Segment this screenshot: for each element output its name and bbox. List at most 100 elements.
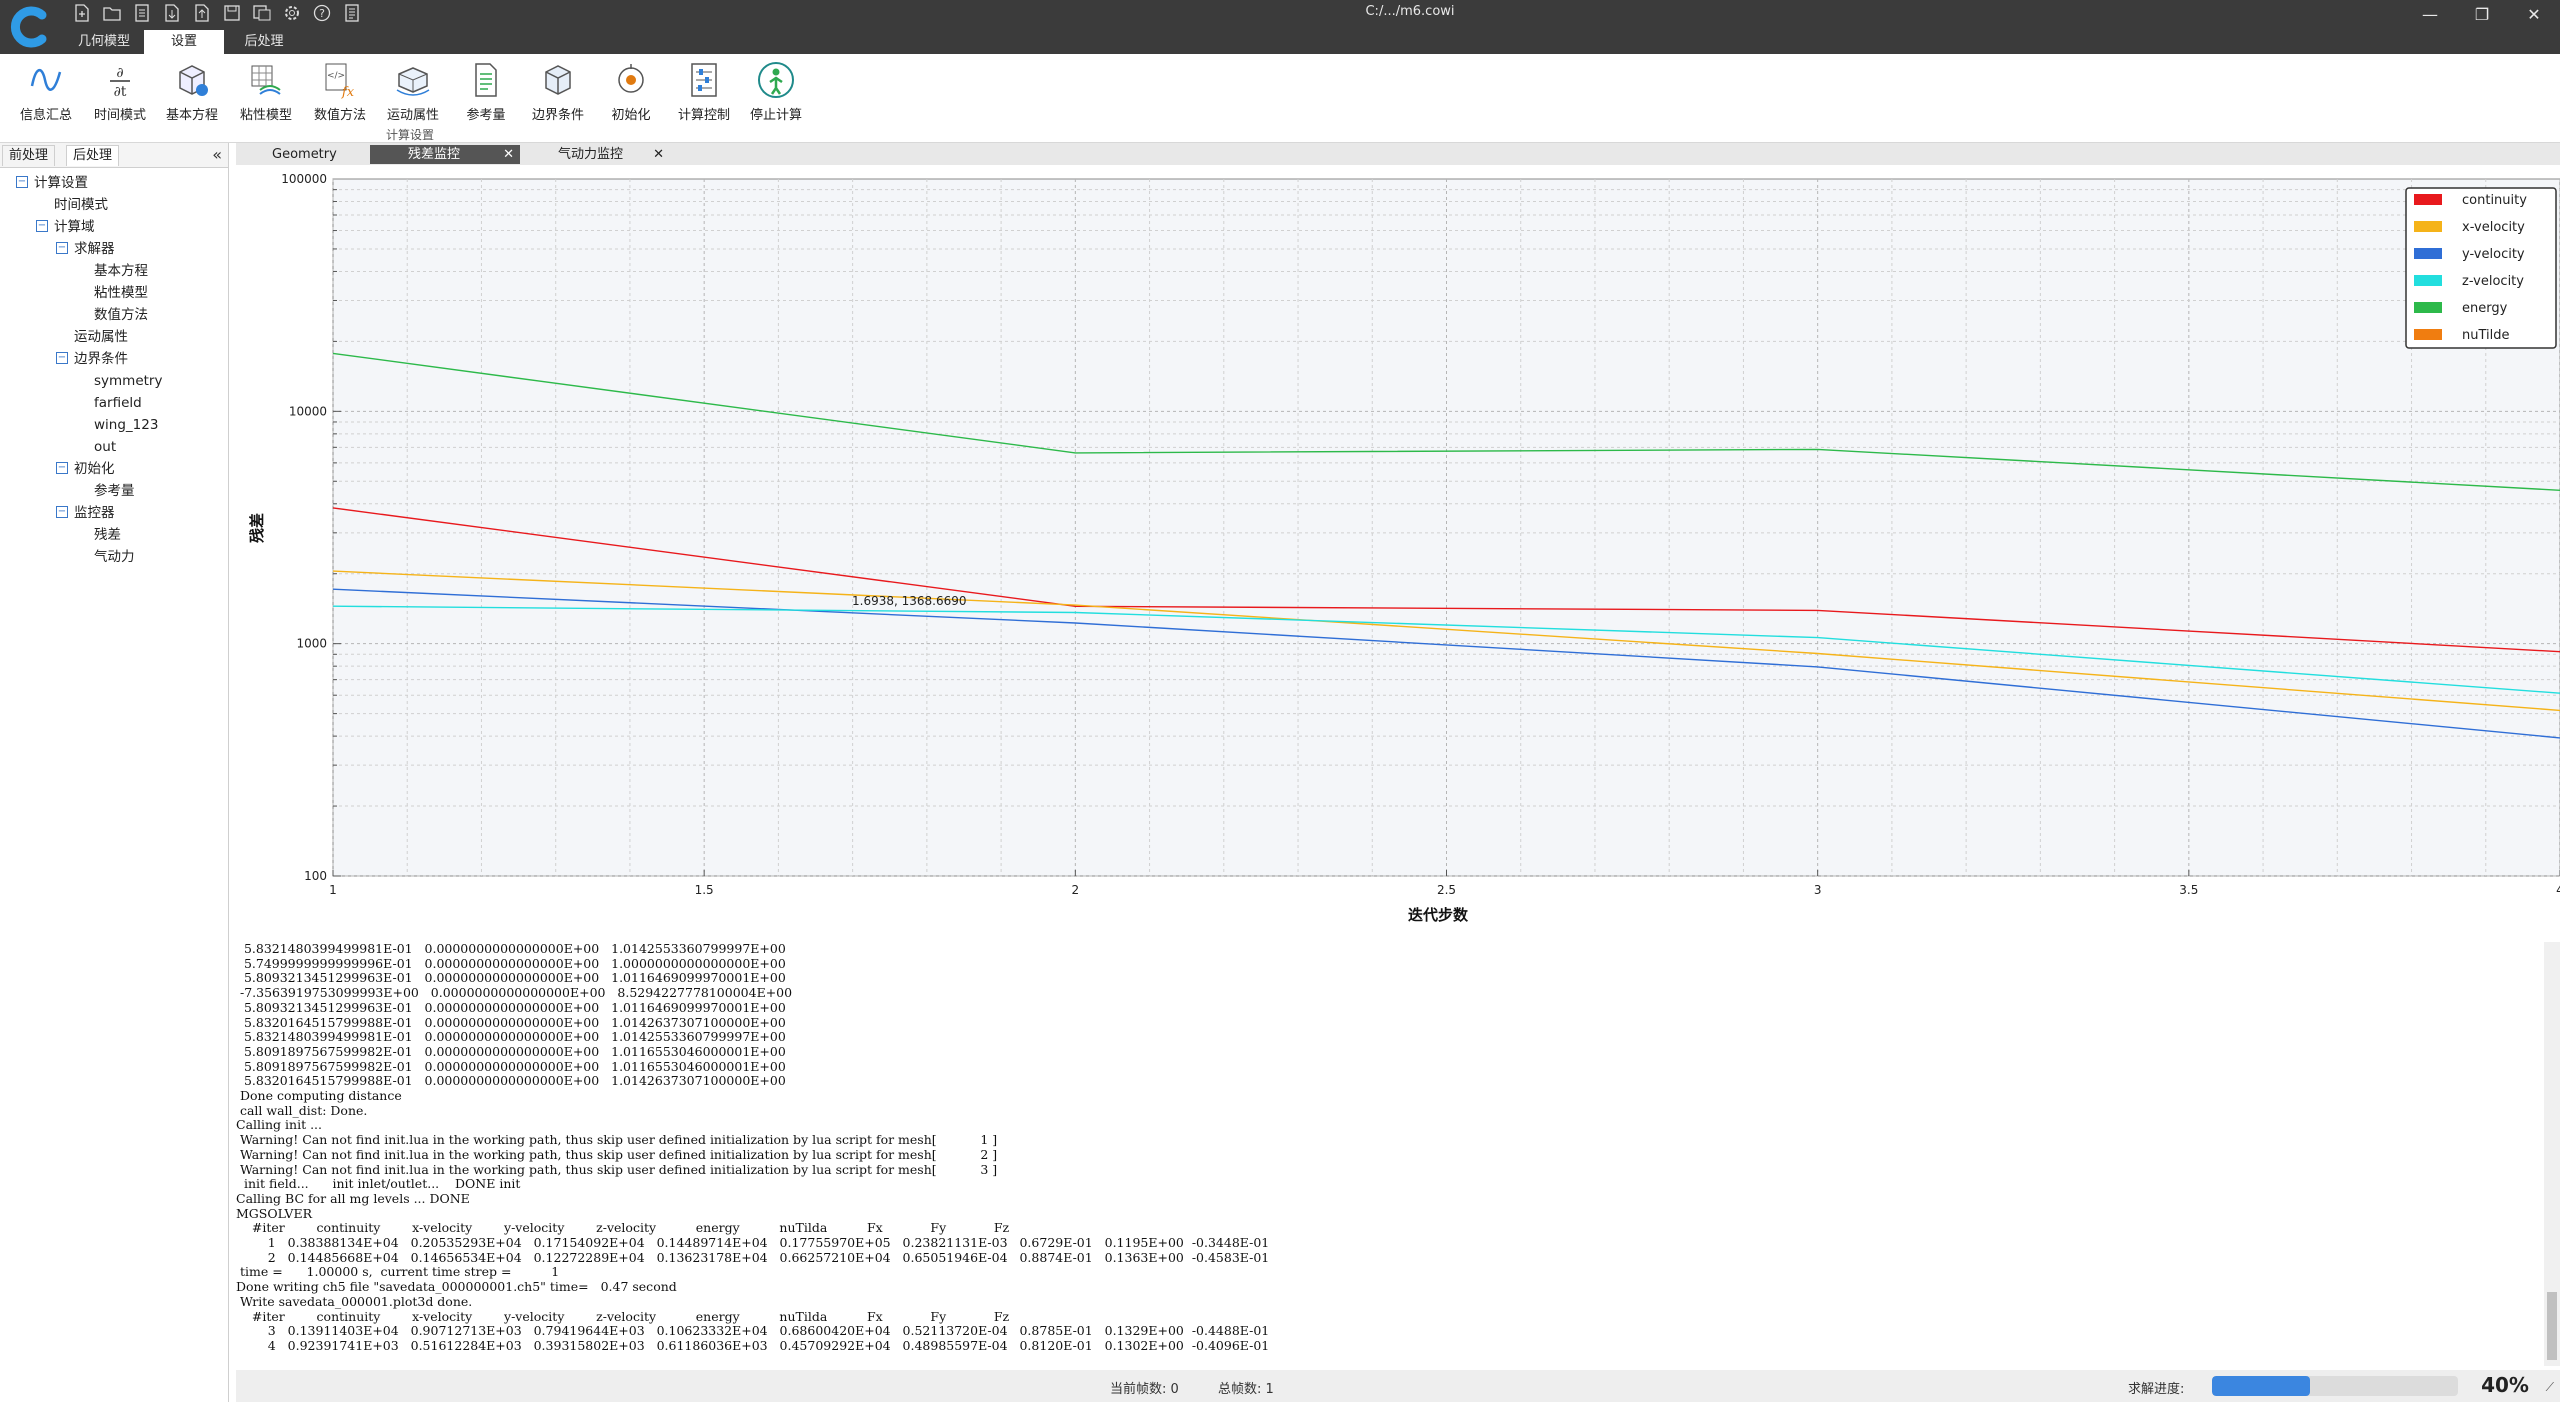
progress-label: 求解进度: [2128, 1382, 2185, 1397]
close-tab-icon[interactable]: ✕ [503, 145, 514, 164]
tree-expand-toggle-icon[interactable]: − [36, 220, 48, 232]
viscous-model-button[interactable]: 粘性模型 [230, 60, 302, 132]
motion-property-button[interactable]: 运动属性 [377, 60, 449, 132]
close-tab-icon[interactable]: ✕ [653, 145, 664, 164]
console-line: Write savedata_000001.plot3d done. [236, 1293, 473, 1309]
basic-equation-button[interactable]: 基本方程 [156, 60, 228, 132]
tree-item[interactable]: − 监控器 [56, 503, 115, 523]
console-output[interactable]: 5.8321480399499981E-01 0.000000000000000… [236, 942, 2544, 1366]
stop-compute-button[interactable]: 停止计算 [740, 60, 812, 132]
tree-item[interactable]: symmetry [94, 371, 162, 391]
tree-expand-toggle-icon[interactable]: − [56, 506, 68, 518]
open-folder-icon[interactable] [102, 3, 122, 23]
tree-item[interactable]: 粘性模型 [94, 283, 148, 303]
tree-expand-toggle-icon[interactable]: − [16, 176, 28, 188]
tree-item-label: 初始化 [74, 461, 115, 477]
x-tick-label: 1.5 [695, 883, 714, 897]
tree-item[interactable]: − 计算设置 [16, 173, 88, 193]
tab-geometry[interactable]: Geometry [240, 145, 386, 164]
tree-item[interactable]: 参考量 [94, 481, 135, 501]
console-line: Calling init ... [236, 1117, 322, 1133]
tree-item[interactable]: − 计算域 [36, 217, 95, 237]
legend-swatch [2414, 194, 2442, 205]
open-project-icon[interactable] [132, 3, 152, 23]
info-summary-button[interactable]: 信息汇总 [10, 60, 82, 132]
tree-item[interactable]: 运动属性 [74, 327, 128, 347]
console-line: Warning! Can not find init.lua in the wo… [236, 1161, 998, 1177]
viscous-model-icon [251, 65, 281, 95]
console-scrollbar[interactable] [2544, 942, 2560, 1366]
tree-expand-toggle-icon[interactable]: − [56, 242, 68, 254]
console-line: 5.8093213451299963E-01 0.000000000000000… [236, 999, 786, 1015]
resize-grip-icon[interactable]: ⟋ [2546, 1380, 2554, 1395]
tree-item[interactable]: farfield [94, 393, 142, 413]
numerical-method-label: 数值方法 [313, 108, 366, 123]
tree-item[interactable]: 气动力 [94, 547, 135, 567]
console-line: Calling BC for all mg levels ... DONE [236, 1190, 470, 1206]
tab-residual-monitor[interactable]: 残差监控 ✕ [370, 145, 520, 164]
tree-item[interactable]: 基本方程 [94, 261, 148, 281]
numerical-method-button[interactable]: </> fx 数值方法 [304, 60, 376, 132]
reference-quantity-icon [475, 63, 497, 97]
new-file-icon[interactable] [72, 3, 92, 23]
tree-item[interactable]: − 求解器 [56, 239, 115, 259]
tree-item[interactable]: wing_123 [94, 415, 158, 435]
restore-button[interactable]: ❐ [2456, 0, 2508, 28]
save-as-icon[interactable] [252, 3, 272, 23]
app-logo-icon [10, 6, 47, 48]
save-icon[interactable] [222, 3, 242, 23]
x-tick-label: 3.5 [2179, 883, 2198, 897]
basic-equation-label: 基本方程 [165, 108, 218, 123]
tree-expand-toggle-icon[interactable]: − [56, 462, 68, 474]
tree-item[interactable]: 数值方法 [94, 305, 148, 325]
console-line: 5.8321480399499981E-01 0.000000000000000… [236, 942, 786, 956]
numerical-method-icon: </> fx [325, 63, 355, 100]
tree-item[interactable]: out [94, 437, 116, 457]
console-line: 5.8320164515799988E-01 0.000000000000000… [236, 1014, 786, 1030]
legend-label: x-velocity [2462, 220, 2525, 235]
tab-postprocess-panel[interactable]: 后处理 [66, 145, 120, 166]
tab-geometry-model[interactable]: 几何模型 [64, 30, 144, 54]
log-icon[interactable] [342, 3, 362, 23]
boundary-condition-button[interactable]: 边界条件 [522, 60, 594, 132]
ribbon-group-label: 计算设置 [386, 128, 435, 142]
legend-label: continuity [2462, 193, 2527, 208]
residual-chart[interactable]: 1 1.5 2 2.5 3 3.5 4 100 1000 10000 100000 1.6938, … [236, 166, 2560, 940]
tree-item[interactable]: 残差 [94, 525, 121, 545]
compute-control-button[interactable]: 计算控制 [668, 60, 740, 132]
reference-quantity-button[interactable]: 参考量 [450, 60, 522, 132]
console-line: call wall_dist: Done. [236, 1102, 368, 1118]
reference-quantity-label: 参考量 [466, 108, 506, 123]
console-line: time = 1.00000 s, current time strep = 1 [236, 1264, 560, 1280]
tab-postprocess[interactable]: 后处理 [224, 30, 304, 54]
close-window-button[interactable]: ✕ [2508, 0, 2560, 28]
progress-bar [2212, 1376, 2458, 1396]
help-icon[interactable]: ? [312, 3, 332, 23]
tab-preprocess[interactable]: 前处理 [2, 145, 56, 166]
settings-gear-icon[interactable] [282, 3, 302, 23]
tree-item[interactable]: 时间模式 [54, 195, 108, 215]
tab-aero-force-monitor-label: 气动力监控 [558, 147, 624, 162]
console-line: 1 0.38388134E+04 0.20535293E+04 0.171540… [236, 1235, 1270, 1251]
tab-settings[interactable]: 设置 [144, 30, 224, 54]
total-frames: 总帧数: 1 [1218, 1382, 1274, 1397]
tree-item[interactable]: − 边界条件 [56, 349, 128, 369]
tree-item[interactable]: − 初始化 [56, 459, 115, 479]
tree-expand-toggle-icon[interactable]: − [56, 352, 68, 364]
x-tick-label: 4 [2556, 883, 2560, 897]
minimize-button[interactable]: — [2404, 0, 2456, 28]
time-mode-button[interactable]: ∂ ∂t 时间模式 [84, 60, 156, 132]
legend-swatch [2414, 275, 2442, 286]
svg-text:∂: ∂ [116, 65, 123, 81]
import-icon[interactable] [162, 3, 182, 23]
console-scroll-thumb[interactable] [2547, 1292, 2557, 1360]
tab-aero-force-monitor[interactable]: 气动力监控 ✕ [520, 145, 670, 164]
initialize-button[interactable]: 初始化 [595, 60, 667, 132]
console-line: #iter continuity x-velocity y-velocity z… [236, 1220, 1010, 1236]
export-icon[interactable] [192, 3, 212, 23]
legend-swatch [2414, 329, 2442, 340]
collapse-panel-button[interactable]: « [212, 145, 222, 164]
initialize-icon [618, 64, 644, 93]
y-tick-label: 1000 [296, 637, 327, 651]
console-line: 5.8091897567599982E-01 0.000000000000000… [236, 1058, 786, 1074]
